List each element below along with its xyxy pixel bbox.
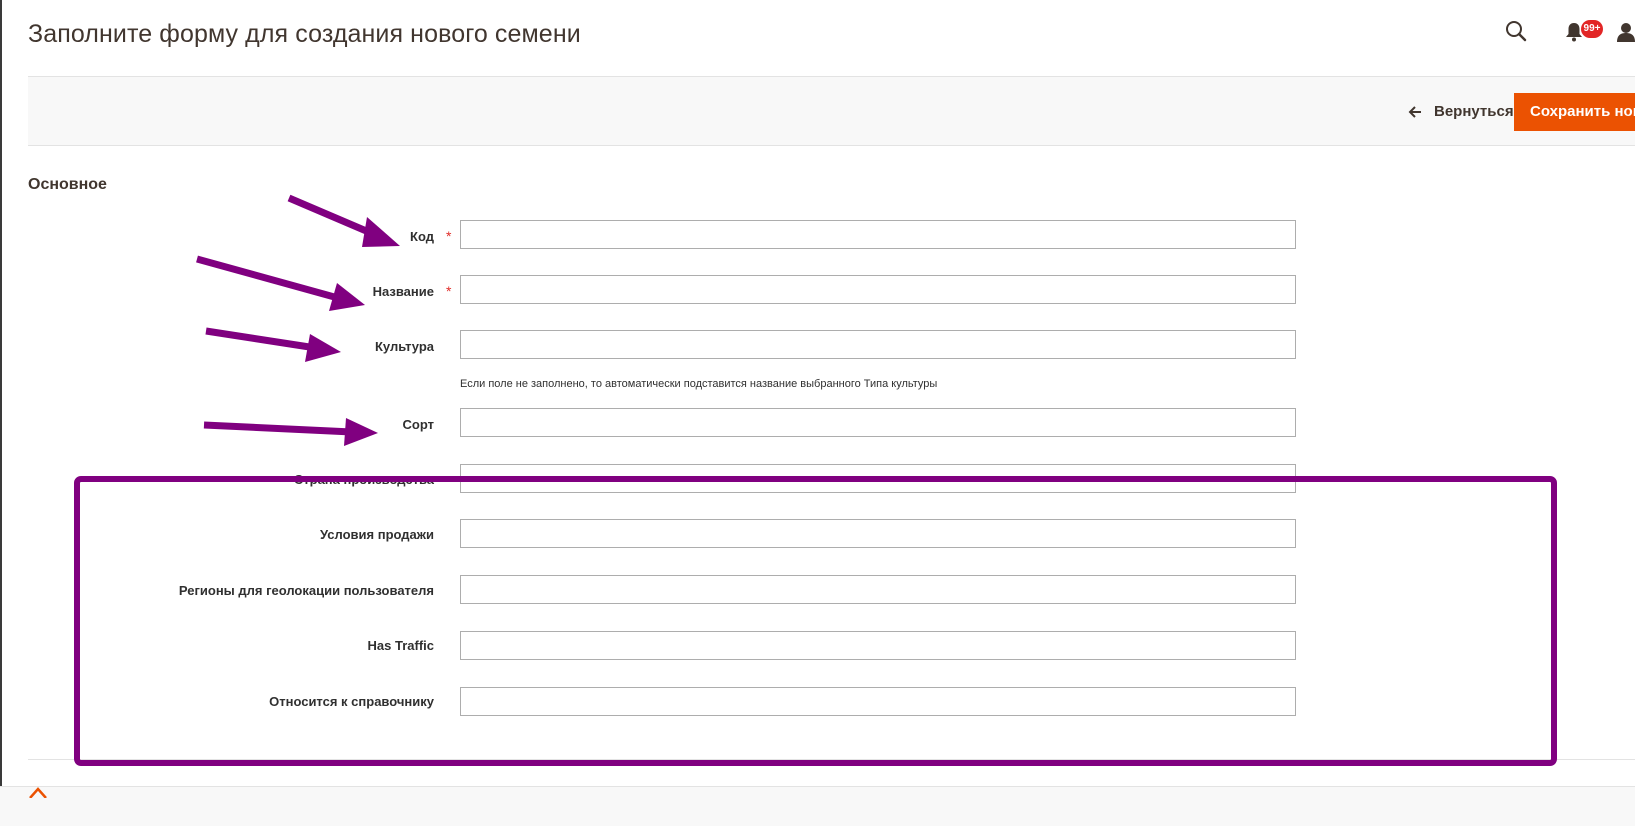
field-label-code: Код	[410, 229, 434, 244]
back-button[interactable]: Вернуться	[1408, 103, 1514, 120]
content-divider	[28, 759, 1635, 760]
back-button-label: Вернуться	[1434, 103, 1514, 120]
field-label-regions: Регионы для геолокации пользователя	[178, 583, 434, 598]
window-edge	[0, 0, 2, 825]
sale-terms-input[interactable]	[460, 519, 1296, 548]
field-label-name: Название	[372, 284, 434, 299]
field-label-reference: Относится к справочнику	[269, 694, 434, 709]
page-title: Заполните форму для создания нового семе…	[28, 20, 581, 48]
culture-field-note: Если поле не заполнено, то автоматически…	[460, 378, 938, 390]
culture-input[interactable]	[460, 330, 1296, 359]
required-marker: *	[446, 283, 452, 299]
code-input[interactable]	[460, 220, 1296, 249]
notification-badge: 99+	[1581, 20, 1603, 38]
field-label-has-traffic: Has Traffic	[367, 638, 434, 653]
user-icon[interactable]	[1616, 22, 1635, 47]
search-icon[interactable]	[1505, 20, 1527, 47]
page-actions-bar: Вернуться Сохранить новое семя	[28, 77, 1635, 146]
regions-input[interactable]	[460, 575, 1296, 604]
field-label-culture: Культура	[374, 339, 434, 354]
field-label-variety: Сорт	[402, 417, 434, 432]
name-input[interactable]	[460, 275, 1296, 304]
required-marker: *	[446, 228, 452, 244]
section-title: Основное	[28, 176, 107, 193]
save-button[interactable]: Сохранить новое семя	[1514, 93, 1635, 131]
variety-input[interactable]	[460, 408, 1296, 437]
has-traffic-input[interactable]	[460, 631, 1296, 660]
footer	[0, 786, 1635, 826]
reference-input[interactable]	[460, 687, 1296, 716]
country-input[interactable]	[460, 464, 1296, 493]
arrow-left-icon	[1408, 105, 1421, 118]
field-label-country: Страна производства	[293, 472, 434, 487]
field-label-sale-terms: Условия продажи	[320, 527, 434, 542]
magento-logo-icon	[28, 785, 48, 803]
